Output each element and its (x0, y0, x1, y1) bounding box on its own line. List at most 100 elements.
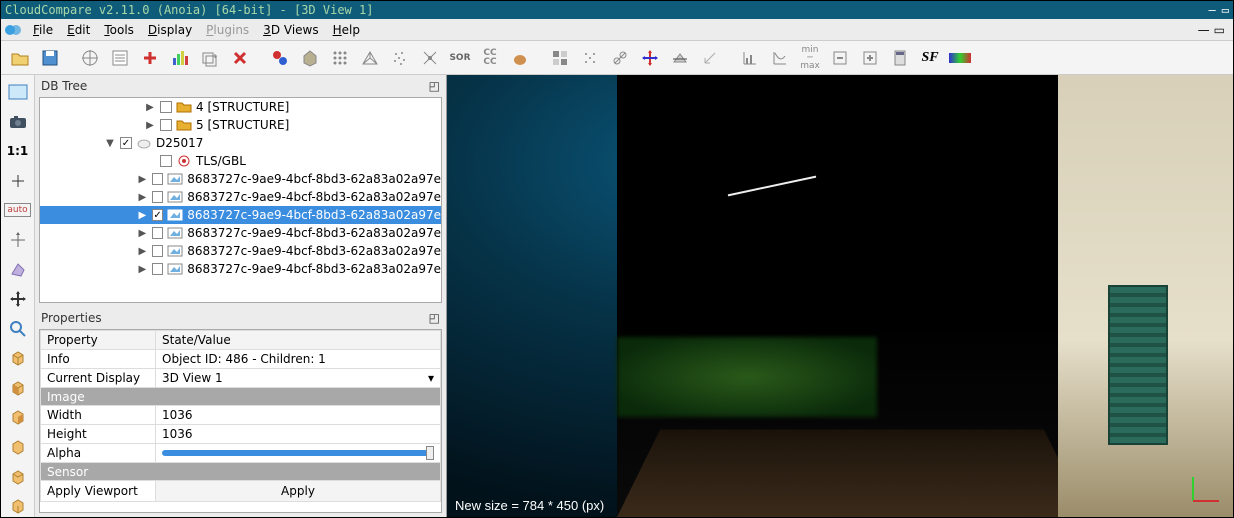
view-iso2-icon[interactable] (6, 495, 30, 517)
folder-icon (176, 118, 192, 132)
visibility-checkbox[interactable] (160, 155, 172, 167)
visibility-checkbox[interactable] (152, 191, 163, 203)
subsample-button[interactable] (417, 45, 443, 71)
tree-row[interactable]: ▶8683727c-9ae9-4bcf-8bd3-62a83a02a97e (40, 188, 441, 206)
tree-row[interactable]: ▶8683727c-9ae9-4bcf-8bd3-62a83a02a97e (40, 242, 441, 260)
tree-row[interactable]: ▶8683727c-9ae9-4bcf-8bd3-62a83a02a97e (40, 260, 441, 278)
oneone-icon[interactable]: 1:1 (6, 140, 30, 162)
window-title: CloudCompare v2.11.0 (Anoia) [64-bit] - … (5, 3, 373, 17)
visibility-checkbox[interactable] (152, 245, 163, 257)
menu-help[interactable]: Help (327, 21, 366, 39)
gridminus-button[interactable] (827, 45, 853, 71)
align-button[interactable] (577, 45, 603, 71)
zoom-icon[interactable] (6, 318, 30, 340)
tree-row[interactable]: TLS/GBL (40, 152, 441, 170)
tree-row[interactable]: ▼✓D25017 (40, 134, 441, 152)
add-button[interactable] (137, 45, 163, 71)
view-rect-icon[interactable] (6, 81, 30, 103)
expand-arrow-icon[interactable]: ▶ (137, 210, 148, 221)
visibility-checkbox[interactable] (152, 263, 163, 275)
prop-section: Image (41, 388, 441, 406)
crosssection-button[interactable] (667, 45, 693, 71)
cc-button[interactable]: CCCC (477, 45, 503, 71)
tree-item-label: 8683727c-9ae9-4bcf-8bd3-62a83a02a97e (187, 226, 441, 240)
tree-row[interactable]: ▶✓8683727c-9ae9-4bcf-8bd3-62a83a02a97e (40, 206, 441, 224)
properties-undock-icon[interactable]: ◰ (429, 311, 440, 325)
normals-button[interactable] (297, 45, 323, 71)
visibility-checkbox[interactable] (160, 101, 172, 113)
view-side-icon[interactable] (6, 407, 30, 429)
visibility-checkbox[interactable]: ✓ (152, 209, 163, 221)
clone-button[interactable] (197, 45, 223, 71)
view-back-icon[interactable] (6, 436, 30, 458)
alpha-slider[interactable] (156, 444, 441, 463)
mdi-close-icon[interactable]: ▭ (1214, 23, 1225, 37)
expand-arrow-icon[interactable]: ▼ (104, 138, 116, 149)
histogram-button[interactable] (167, 45, 193, 71)
mdi-minimize-icon[interactable]: — (1198, 23, 1210, 37)
delete-button[interactable] (227, 45, 253, 71)
expand-arrow-icon[interactable]: ▶ (137, 228, 148, 239)
chart2-button[interactable] (767, 45, 793, 71)
expand-arrow-icon[interactable]: ▶ (137, 174, 148, 185)
shape-icon[interactable] (6, 259, 30, 281)
prop-section: Sensor (41, 463, 441, 481)
menu-3dviews[interactable]: 3D Views (257, 21, 324, 39)
properties-button[interactable] (107, 45, 133, 71)
primitive-button[interactable] (507, 45, 533, 71)
view-front-icon[interactable] (6, 377, 30, 399)
measure-button[interactable] (697, 45, 723, 71)
db-tree[interactable]: ▶4 [STRUCTURE]▶5 [STRUCTURE]▼✓D25017TLS/… (39, 97, 442, 303)
ortho-icon[interactable] (6, 229, 30, 251)
auto-icon[interactable]: auto (6, 199, 30, 221)
apply-button[interactable]: Apply (156, 481, 440, 501)
mesh-button[interactable] (357, 45, 383, 71)
minimize-icon[interactable]: — (1209, 3, 1216, 17)
gradient-button[interactable] (947, 45, 973, 71)
view-iso1-icon[interactable] (6, 466, 30, 488)
3d-viewport[interactable]: New size = 784 * 450 (px) (447, 75, 1233, 517)
open-button[interactable] (7, 45, 33, 71)
menu-display[interactable]: Display (142, 21, 198, 39)
tree-item-label: 5 [STRUCTURE] (196, 118, 289, 132)
visibility-checkbox[interactable] (160, 119, 172, 131)
menu-tools[interactable]: Tools (98, 21, 140, 39)
prop-value[interactable]: 3D View 1▾ (156, 369, 441, 388)
expand-arrow-icon[interactable]: ▶ (144, 102, 156, 113)
translate-button[interactable] (637, 45, 663, 71)
pick-button[interactable] (77, 45, 103, 71)
tree-row[interactable]: ▶8683727c-9ae9-4bcf-8bd3-62a83a02a97e (40, 170, 441, 188)
tree-row[interactable]: ▶ 5 [STRUCTURE] (40, 116, 441, 134)
segment-button[interactable] (607, 45, 633, 71)
minmax-button[interactable]: min─max (797, 45, 823, 71)
sor-button[interactable]: SOR (447, 45, 473, 71)
menu-file[interactable]: File (27, 21, 59, 39)
sf-button[interactable]: SF (917, 45, 943, 71)
visibility-checkbox[interactable] (152, 173, 163, 185)
expand-arrow-icon[interactable]: ▶ (137, 264, 148, 275)
chart1-button[interactable] (737, 45, 763, 71)
maximize-icon[interactable]: ▭ (1222, 3, 1229, 17)
expand-arrow-icon[interactable]: ▶ (137, 246, 148, 257)
expand-arrow-icon[interactable]: ▶ (144, 120, 156, 131)
chevron-down-icon: ▾ (428, 371, 434, 385)
cross-icon[interactable] (6, 288, 30, 310)
tree-row[interactable]: ▶4 [STRUCTURE] (40, 98, 441, 116)
gridplus-button[interactable] (857, 45, 883, 71)
tree-row[interactable]: ▶ 8683727c-9ae9-4bcf-8bd3-62a83a02a97e (40, 224, 441, 242)
save-button[interactable] (37, 45, 63, 71)
register-button[interactable] (547, 45, 573, 71)
plus-icon[interactable] (6, 170, 30, 192)
visibility-checkbox[interactable] (152, 227, 163, 239)
expand-arrow-icon[interactable]: ▶ (137, 192, 148, 203)
prop-value[interactable]: Apply (156, 481, 441, 502)
sample-button[interactable] (387, 45, 413, 71)
colorize-button[interactable] (267, 45, 293, 71)
calc-button[interactable] (887, 45, 913, 71)
camera-icon[interactable] (6, 111, 30, 133)
visibility-checkbox[interactable]: ✓ (120, 137, 132, 149)
octree-button[interactable] (327, 45, 353, 71)
menu-edit[interactable]: Edit (61, 21, 96, 39)
dbtree-undock-icon[interactable]: ◰ (429, 79, 440, 93)
view-top-icon[interactable] (6, 347, 30, 369)
